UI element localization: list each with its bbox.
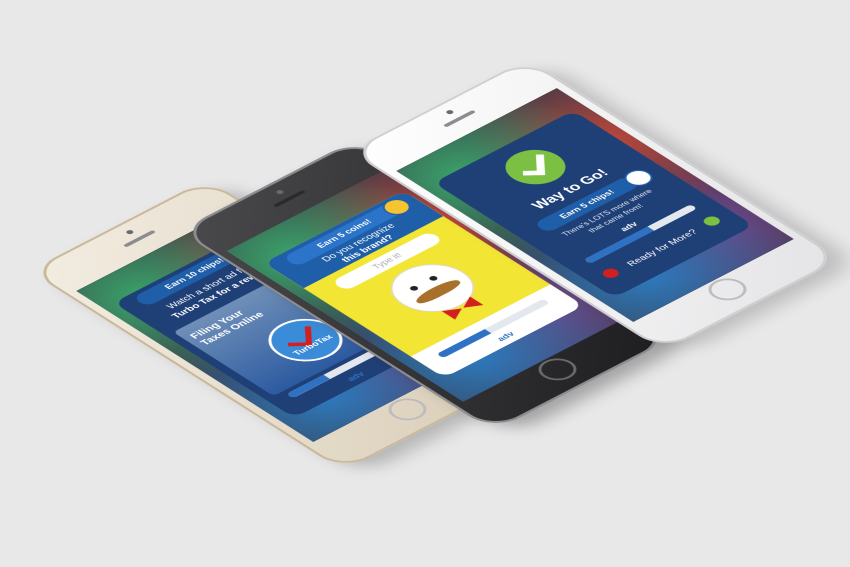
front-camera: [274, 189, 285, 195]
phone-body-right: Way to Go! Earn 5 chips! There's LOTS mo…: [348, 58, 842, 352]
front-camera: [124, 229, 135, 235]
phone-right: Way to Go! Earn 5 chips! There's LOTS mo…: [348, 30, 842, 370]
checkmark-icon: [521, 154, 546, 176]
front-camera: [444, 109, 455, 115]
